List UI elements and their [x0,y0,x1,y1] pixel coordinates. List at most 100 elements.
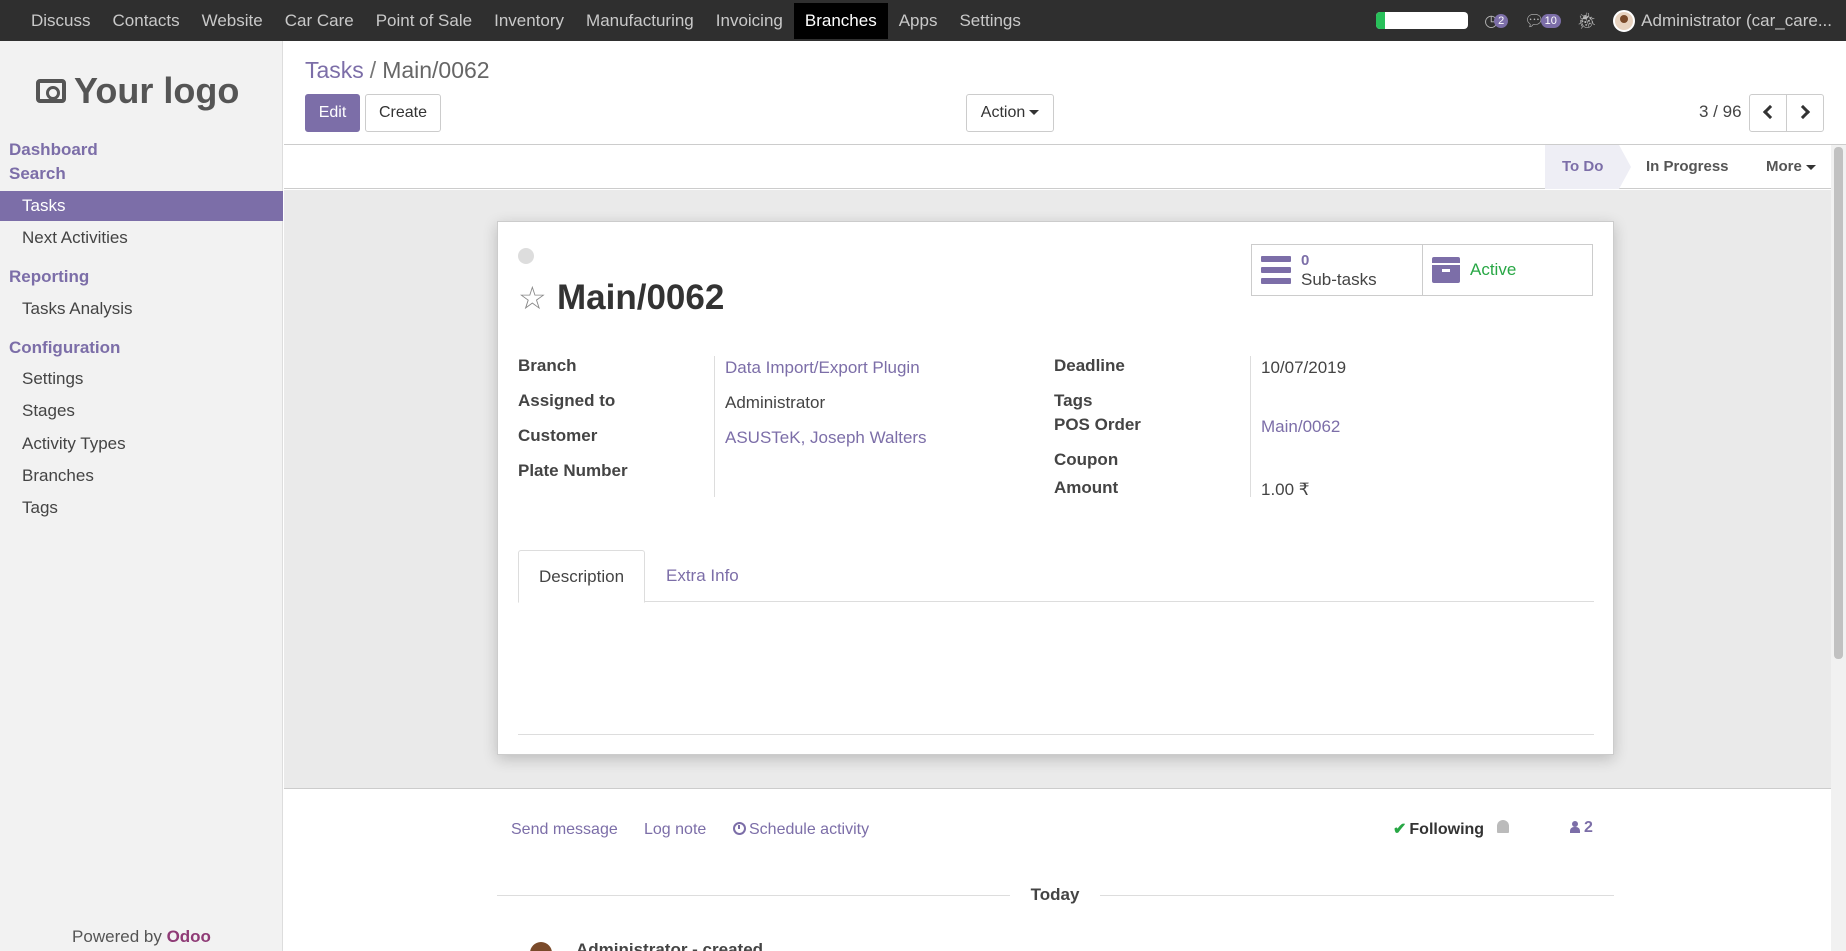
deadline-label: Deadline [1054,356,1125,375]
stage-more-dropdown[interactable]: More [1766,145,1826,189]
active-toggle-button[interactable]: Active [1422,244,1593,296]
top-navbar: Discuss Contacts Website Car Care Point … [0,0,1846,41]
label-divider [714,356,715,497]
breadcrumb: Tasks / Main/0062 [305,57,490,84]
message-avatar [530,942,552,951]
caret-down-icon [1805,164,1816,170]
menu-inventory[interactable]: Inventory [483,3,575,39]
caret-down-icon [1029,110,1040,116]
debug-bug-icon[interactable]: 🐞︎ [1577,11,1597,31]
stage-in-progress[interactable]: In Progress [1646,145,1758,189]
sidebar-item-search[interactable]: Search [9,164,66,184]
customer-label: Customer [518,426,598,445]
label-divider [1250,356,1251,497]
messages-count: 10 [1540,13,1561,28]
menu-website[interactable]: Website [191,3,274,39]
plate-number-label: Plate Number [518,461,628,480]
menu-car-care[interactable]: Car Care [274,3,365,39]
pager-previous-button[interactable] [1749,94,1787,132]
activity-menu[interactable]: ◷ 2 [1484,11,1509,31]
assigned-to-label: Assigned to [518,391,616,410]
sidebar-item-tags[interactable]: Tags [0,493,283,523]
divider [518,734,1594,735]
follow-button[interactable]: ✔ Following [1393,819,1484,839]
sidebar-item-tasks-analysis[interactable]: Tasks Analysis [0,294,283,324]
company-logo[interactable]: Your logo [36,61,258,121]
tab-extra-info[interactable]: Extra Info [646,550,759,603]
menu-discuss[interactable]: Discuss [20,3,102,39]
scrollbar[interactable] [1831,145,1846,951]
clock-icon [733,822,746,835]
create-button[interactable]: Create [365,94,441,132]
menu-branches[interactable]: Branches [793,2,888,39]
progress-bar[interactable] [1376,12,1469,29]
subtasks-label: Sub-tasks [1301,270,1377,289]
pos-order-label: POS Order [1054,415,1141,434]
user-name: Administrator (car_care... [1641,10,1832,30]
breadcrumb-current: Main/0062 [382,57,490,83]
send-message-button[interactable]: Send message [511,821,618,839]
bell-icon[interactable] [1497,820,1509,833]
progress-fill [1376,12,1386,29]
pager-next-button[interactable] [1786,94,1824,132]
star-icon[interactable]: ☆ [518,280,547,316]
tasks-icon [1261,256,1291,284]
menu-manufacturing[interactable]: Manufacturing [575,3,705,39]
pos-order-field[interactable]: Main/0062 [1261,417,1340,437]
customer-field[interactable]: ASUSTeK, Joseph Walters [725,428,927,448]
sidebar-item-activity-types[interactable]: Activity Types [0,429,283,459]
odoo-link[interactable]: Odoo [167,927,211,946]
sidebar-section-configuration[interactable]: Configuration [9,338,120,358]
sidebar-item-tasks[interactable]: Tasks [0,191,283,221]
action-dropdown[interactable]: Action [966,94,1054,132]
stage-todo[interactable]: To Do [1545,145,1619,189]
amount-field: 1.00 ₹ [1261,480,1310,499]
schedule-activity-label: Schedule activity [749,821,870,838]
deadline-field: 10/07/2019 [1261,358,1347,377]
stage-divider [1619,145,1631,189]
breadcrumb-tasks[interactable]: Tasks [305,57,364,83]
kanban-state-icon[interactable] [518,248,534,264]
sidebar-item-stages[interactable]: Stages [0,396,283,426]
subtasks-button[interactable]: 0 Sub-tasks [1251,244,1423,296]
check-icon: ✔ [1393,821,1407,838]
tags-label: Tags [1054,391,1093,410]
message-author: Administrator - created [576,940,764,951]
sidebar-section-reporting[interactable]: Reporting [9,267,89,287]
menu-apps[interactable]: Apps [888,3,949,39]
followers-button[interactable]: 2 [1570,819,1593,837]
followers-count: 2 [1584,819,1593,836]
sidebar-item-settings[interactable]: Settings [0,364,283,394]
camera-icon [36,79,66,103]
statusbar: To Do In Progress More [284,145,1831,189]
menu-contacts[interactable]: Contacts [102,3,191,39]
form-sheet: ☆ Main/0062 0 Sub-tasks Active Branch As… [497,221,1614,755]
assigned-to-field: Administrator [725,393,826,412]
scrollbar-thumb[interactable] [1834,147,1843,659]
avatar [1613,9,1636,32]
menu-settings[interactable]: Settings [948,3,1031,39]
messaging-menu[interactable]: 💬︎ 10 [1524,11,1561,31]
log-note-button[interactable]: Log note [644,821,706,839]
logo-text: Your logo [74,70,240,111]
edit-button[interactable]: Edit [305,94,360,132]
schedule-activity-button[interactable]: Schedule activity [733,821,869,839]
powered-by-text: Powered by [72,927,162,946]
sidebar-item-branches[interactable]: Branches [0,461,283,491]
control-panel: Tasks / Main/0062 Edit Create Action 3 / 9… [284,41,1846,145]
sidebar-item-dashboard[interactable]: Dashboard [9,140,98,160]
notebook-tabs: Description Extra Info [518,550,1594,603]
coupon-label: Coupon [1054,450,1119,469]
tab-description[interactable]: Description [518,550,646,603]
breadcrumb-separator: / [369,57,377,83]
menu-invoicing[interactable]: Invoicing [705,3,794,39]
amount-label: Amount [1054,478,1119,497]
app-menu: Discuss Contacts Website Car Care Point … [0,0,1032,41]
action-label: Action [980,104,1026,121]
menu-point-of-sale[interactable]: Point of Sale [365,3,483,39]
sidebar-item-next-activities[interactable]: Next Activities [0,223,283,253]
branch-field[interactable]: Data Import/Export Plugin [725,358,920,378]
more-label: More [1766,158,1802,175]
user-menu[interactable]: Administrator (car_care... [1613,9,1832,32]
pager-value[interactable]: 3 / 96 [1699,102,1742,122]
